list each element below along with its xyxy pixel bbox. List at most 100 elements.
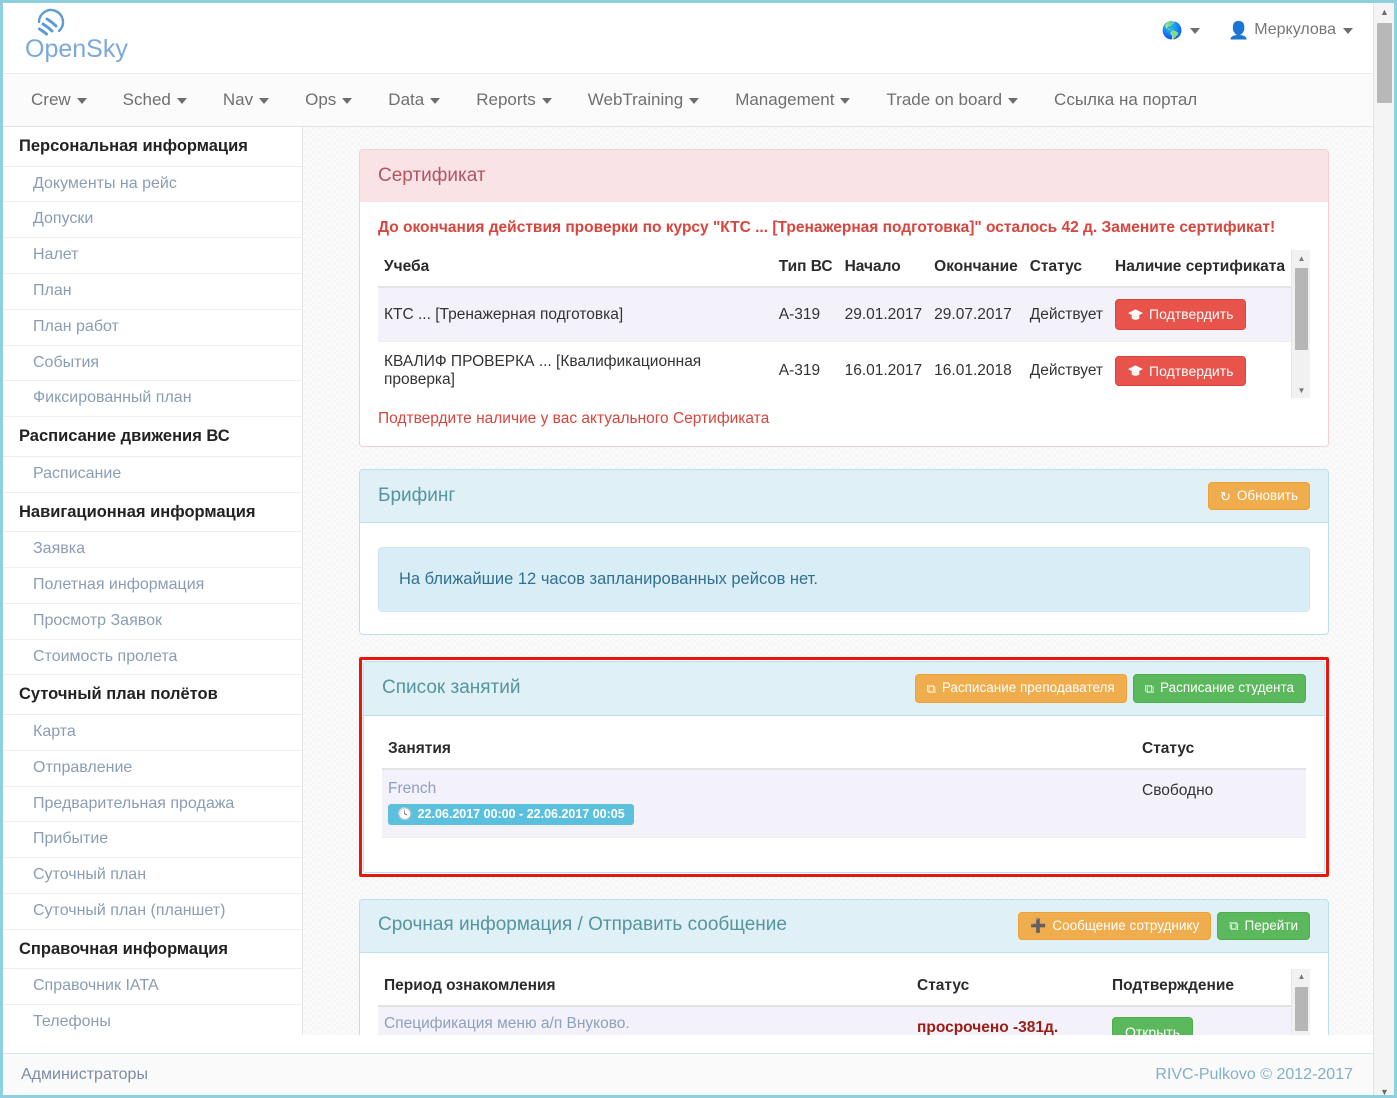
- certificate-panel-header: Сертификат: [360, 150, 1328, 202]
- nav-item-portal-link[interactable]: Ссылка на портал: [1036, 82, 1215, 118]
- cell-course: КТС ... [Тренажерная подготовка]: [378, 287, 773, 342]
- sidebar-item-flight-hours[interactable]: Налет: [3, 238, 302, 275]
- briefing-panel-header: Брифинг ↻ Обновить: [360, 470, 1328, 524]
- urgent-item-link[interactable]: Спецификация меню а/п Внуково.: [384, 1015, 905, 1033]
- briefing-panel-actions: ↻ Обновить: [1207, 482, 1310, 511]
- scrollbar-thumb[interactable]: [1377, 23, 1392, 103]
- nav-label: Ссылка на портал: [1054, 90, 1198, 109]
- scroll-down-arrow-icon[interactable]: ▼: [1292, 382, 1310, 398]
- student-schedule-button[interactable]: ⧉ Расписание студента: [1132, 674, 1306, 703]
- nav-item-sched[interactable]: Sched: [105, 82, 205, 118]
- open-document-button[interactable]: Открыть: [1112, 1016, 1193, 1035]
- nav-item-trade-on-board[interactable]: Trade on board: [868, 82, 1036, 118]
- confirm-certificate-button[interactable]: Подтвердить: [1115, 355, 1247, 387]
- footer-copyright: RIVC-Pulkovo © 2012-2017: [1155, 1065, 1353, 1083]
- certificate-panel-body: До окончания действия проверки по курсу …: [360, 202, 1328, 447]
- refresh-icon: ↻: [1219, 488, 1231, 504]
- sidebar-item-overflight-cost[interactable]: Стоимость пролета: [3, 639, 302, 676]
- nav-item-nav[interactable]: Nav: [205, 82, 287, 118]
- col-certificate-presence: Наличие сертификата: [1109, 250, 1291, 289]
- nav-label: WebTraining: [587, 90, 684, 109]
- user-menu[interactable]: 👤 Меркулова: [1228, 21, 1353, 39]
- footer-administrators-link[interactable]: Администраторы: [21, 1066, 148, 1084]
- nav-item-reports[interactable]: Reports: [458, 82, 570, 118]
- nav-item-management[interactable]: Management: [717, 82, 868, 118]
- nav-label: Nav: [222, 90, 254, 109]
- briefing-panel: Брифинг ↻ Обновить На ближайшие 12 часов…: [359, 469, 1329, 636]
- urgent-table-scrollbar[interactable]: ▲ ▼: [1291, 968, 1310, 1035]
- sidebar-item-map[interactable]: Карта: [3, 715, 302, 751]
- scroll-up-arrow-icon[interactable]: ▲: [1374, 3, 1394, 21]
- briefing-panel-title: Брифинг: [378, 484, 456, 506]
- page-body: Персональная информация Документы на рей…: [3, 127, 1377, 1035]
- scrollbar-thumb[interactable]: [1295, 268, 1308, 351]
- sidebar-item-fixed-plan[interactable]: Фиксированный план: [3, 381, 302, 418]
- chevron-down-icon: [342, 98, 353, 104]
- cell-aircraft: A-319: [772, 341, 839, 399]
- button-label: Расписание преподавателя: [941, 680, 1115, 696]
- nav-item-data[interactable]: Data: [370, 82, 458, 118]
- certificate-table-scroll: Учеба Тип ВС Начало Окончание Статус Нал…: [378, 250, 1310, 399]
- nav-label: Sched: [122, 90, 171, 109]
- urgent-info-panel-actions: ➕ Сообщение сотруднику ⧉ Перейти: [1018, 911, 1310, 940]
- nav-item-ops[interactable]: Ops: [287, 82, 370, 118]
- button-label: Перейти: [1244, 917, 1299, 933]
- sidebar-item-daily-plan-tablet[interactable]: Суточный план (планшет): [3, 894, 302, 930]
- sidebar-item-advance-sale[interactable]: Предварительная продажа: [3, 786, 302, 823]
- sidebar-item-schedule[interactable]: Расписание: [3, 456, 302, 493]
- sidebar-item-request[interactable]: Заявка: [3, 532, 302, 569]
- sidebar-item-plan[interactable]: План: [3, 274, 302, 310]
- user-name: Меркулова: [1254, 21, 1336, 38]
- page-vertical-scrollbar[interactable]: ▲ ▼: [1373, 3, 1394, 1095]
- certificate-table-scrollbar[interactable]: ▲ ▼: [1291, 250, 1310, 399]
- nav-item-crew[interactable]: Crew: [13, 82, 105, 118]
- scrollbar-thumb[interactable]: [1295, 986, 1308, 1031]
- lesson-name-link[interactable]: French: [388, 780, 1130, 798]
- col-aircraft: Тип ВС: [772, 250, 839, 289]
- opensky-logo[interactable]: OpenSky: [19, 5, 169, 69]
- sidebar-item-departure[interactable]: Отправление: [3, 750, 302, 787]
- lessons-panel: Список занятий ⧉ Расписание преподавател…: [363, 661, 1325, 873]
- sidebar-item-flight-documents[interactable]: Документы на рейс: [3, 166, 302, 203]
- cell-status: Свободно: [1136, 768, 1306, 838]
- page-footer: Администраторы RIVC-Pulkovo © 2012-2017: [3, 1053, 1377, 1095]
- confirm-certificate-button[interactable]: Подтвердить: [1115, 299, 1247, 330]
- cloud-swoosh-logo-icon: OpenSky: [25, 8, 128, 63]
- sidebar-item-events[interactable]: События: [3, 345, 302, 382]
- refresh-briefing-button[interactable]: ↻ Обновить: [1207, 482, 1310, 511]
- col-end: Окончание: [928, 250, 1024, 289]
- page-content: OpenSky 🌎 👤 Меркулова Crew Sched Nav Ops…: [3, 3, 1377, 1095]
- nav-label: Ops: [305, 90, 337, 109]
- sidebar-item-flight-info[interactable]: Полетная информация: [3, 568, 302, 604]
- col-status: Статус: [1023, 250, 1110, 289]
- nav-label: Crew: [31, 90, 71, 109]
- urgent-info-panel-title: Срочная информация / Отправить сообщение: [378, 914, 787, 936]
- urgent-info-panel-body: Период ознакомления Статус Подтверждение…: [360, 952, 1328, 1035]
- briefing-message: На ближайшие 12 часов запланированных ре…: [378, 547, 1310, 613]
- goto-button[interactable]: ⧉ Перейти: [1217, 911, 1310, 940]
- table-row: Спецификация меню а/п Внуково. 🕓 26.05.2…: [378, 1005, 1291, 1035]
- urgent-table: Период ознакомления Статус Подтверждение…: [378, 968, 1291, 1035]
- scroll-up-arrow-icon[interactable]: ▲: [1292, 250, 1310, 266]
- sidebar: Персональная информация Документы на рей…: [3, 127, 303, 1035]
- nav-label: Reports: [476, 90, 536, 109]
- lessons-table: Занятия Статус French 🕓 22.06.2017 00:00…: [382, 731, 1306, 838]
- language-selector[interactable]: 🌎: [1162, 22, 1201, 39]
- scroll-down-arrow-icon[interactable]: ▼: [1374, 1083, 1394, 1095]
- nav-item-webtraining[interactable]: WebTraining: [570, 82, 717, 118]
- scroll-up-arrow-icon[interactable]: ▲: [1292, 969, 1310, 985]
- sidebar-group-reference-info: Справочная информация: [3, 929, 302, 970]
- sidebar-item-iata-directory[interactable]: Справочник IATA: [3, 969, 302, 1006]
- table-row: КТС ... [Тренажерная подготовка] A-319 2…: [378, 287, 1291, 342]
- sidebar-item-view-requests[interactable]: Просмотр Заявок: [3, 603, 302, 640]
- message-employee-button[interactable]: ➕ Сообщение сотруднику: [1018, 911, 1212, 940]
- sidebar-item-clearances[interactable]: Допуски: [3, 202, 302, 239]
- button-label: Подтвердить: [1149, 306, 1234, 323]
- sidebar-item-phones[interactable]: Телефоны: [3, 1005, 302, 1035]
- urgent-info-panel-header: Срочная информация / Отправить сообщение…: [360, 899, 1328, 953]
- teacher-schedule-button[interactable]: ⧉ Расписание преподавателя: [914, 674, 1127, 703]
- sidebar-item-arrival[interactable]: Прибытие: [3, 822, 302, 859]
- sidebar-item-daily-plan[interactable]: Суточный план: [3, 858, 302, 895]
- sidebar-item-work-plan[interactable]: План работ: [3, 309, 302, 346]
- sidebar-group-aircraft-schedule: Расписание движения ВС: [3, 417, 302, 457]
